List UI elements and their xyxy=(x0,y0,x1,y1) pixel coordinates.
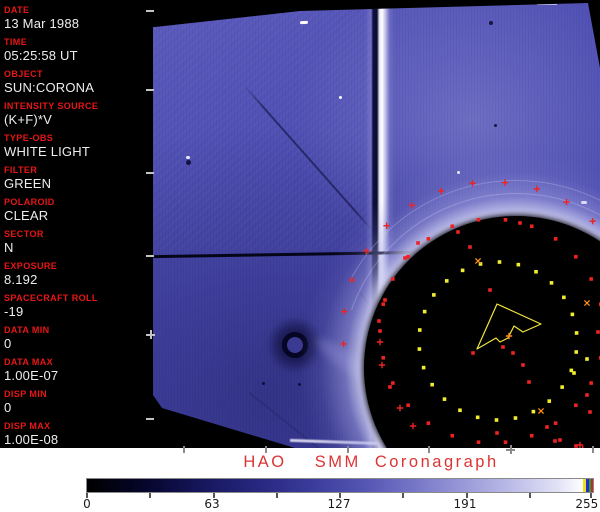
metadata-field-data-max: DATA MAX 1.00E-07 xyxy=(4,354,150,386)
field-label: OBJECT xyxy=(4,66,150,80)
bright-speck xyxy=(339,96,342,99)
metadata-field-object: OBJECT SUN:CORONA xyxy=(4,66,150,98)
colorbar-tick-label: 191 xyxy=(454,497,477,511)
field-value: GREEN xyxy=(4,176,150,192)
field-label: DATE xyxy=(4,2,150,16)
image-title: HAO SMM Coronagraph xyxy=(243,453,498,472)
colorbar-tick xyxy=(529,493,531,498)
field-value: CLEAR xyxy=(4,208,150,224)
bright-speck xyxy=(186,156,190,159)
metadata-field-date: DATE 13 Mar 1988 xyxy=(4,2,150,34)
field-value: 0 xyxy=(4,400,150,416)
top-edge-streak xyxy=(358,4,392,7)
field-value: SUN:CORONA xyxy=(4,80,150,96)
field-label: DISP MAX xyxy=(4,418,150,432)
footer: HAO SMM Coronagraph 0 63 127 191 255 xyxy=(0,448,600,512)
top-edge-streak xyxy=(424,4,450,6)
metadata-field-exposure: EXPOSURE 8.192 xyxy=(4,258,150,290)
dark-speck xyxy=(489,21,493,25)
field-value: N xyxy=(4,240,150,256)
field-value: 05:25:58 UT xyxy=(4,48,150,64)
field-label: POLAROID xyxy=(4,194,150,208)
colorbar-marker-stripe xyxy=(591,479,593,492)
top-edge-streak xyxy=(537,3,557,5)
field-label: SECTOR xyxy=(4,226,150,240)
metadata-field-type-obs: TYPE-OBS WHITE LIGHT xyxy=(4,130,150,162)
field-value: -19 xyxy=(4,304,150,320)
image-viewport[interactable] xyxy=(150,0,600,448)
colorbar xyxy=(86,478,594,493)
field-label: TYPE-OBS xyxy=(4,130,150,144)
field-label: DISP MIN xyxy=(4,386,150,400)
field-label: DATA MAX xyxy=(4,354,150,368)
colorbar-tick-label: 127 xyxy=(328,497,351,511)
metadata-field-filter: FILTER GREEN xyxy=(4,162,150,194)
field-label: SPACECRAFT ROLL xyxy=(4,290,150,304)
field-label: TIME xyxy=(4,34,150,48)
metadata-field-time: TIME 05:25:58 UT xyxy=(4,34,150,66)
colorbar-tick-label: 255 xyxy=(575,497,598,511)
metadata-field-disp-max: DISP MAX 1.00E-08 xyxy=(4,418,150,450)
metadata-field-polaroid: POLAROID CLEAR xyxy=(4,194,150,226)
field-label: EXPOSURE xyxy=(4,258,150,272)
colorbar-tick xyxy=(149,493,151,498)
metadata-panel: DATE 13 Mar 1988 TIME 05:25:58 UT OBJECT… xyxy=(0,0,150,448)
colorbar-tick-label: 0 xyxy=(83,497,91,511)
colorbar-gradient xyxy=(87,479,593,492)
metadata-field-spacecraft-roll: SPACECRAFT ROLL -19 xyxy=(4,290,150,322)
field-label: INTENSITY SOURCE xyxy=(4,98,150,112)
field-value: 1.00E-08 xyxy=(4,432,150,448)
field-label: FILTER xyxy=(4,162,150,176)
field-value: WHITE LIGHT xyxy=(4,144,150,160)
dark-speck xyxy=(186,160,191,165)
colorbar-tick-label: 63 xyxy=(204,497,219,511)
field-value: 13 Mar 1988 xyxy=(4,16,150,32)
metadata-field-intensity-source: INTENSITY SOURCE (K+F)*V xyxy=(4,98,150,130)
field-value: 8.192 xyxy=(4,272,150,288)
field-value: 0 xyxy=(4,336,150,352)
field-value: (K+F)*V xyxy=(4,112,150,128)
bright-speck xyxy=(300,21,308,24)
colorbar-tick xyxy=(276,493,278,498)
smm-coronagraph-viewer: DATE 13 Mar 1988 TIME 05:25:58 UT OBJECT… xyxy=(0,0,600,512)
metadata-field-data-min: DATA MIN 0 xyxy=(4,322,150,354)
metadata-field-sector: SECTOR N xyxy=(4,226,150,258)
colorbar-tick xyxy=(402,493,404,498)
field-label: DATA MIN xyxy=(4,322,150,336)
field-value: 1.00E-07 xyxy=(4,368,150,384)
metadata-field-disp-min: DISP MIN 0 xyxy=(4,386,150,418)
